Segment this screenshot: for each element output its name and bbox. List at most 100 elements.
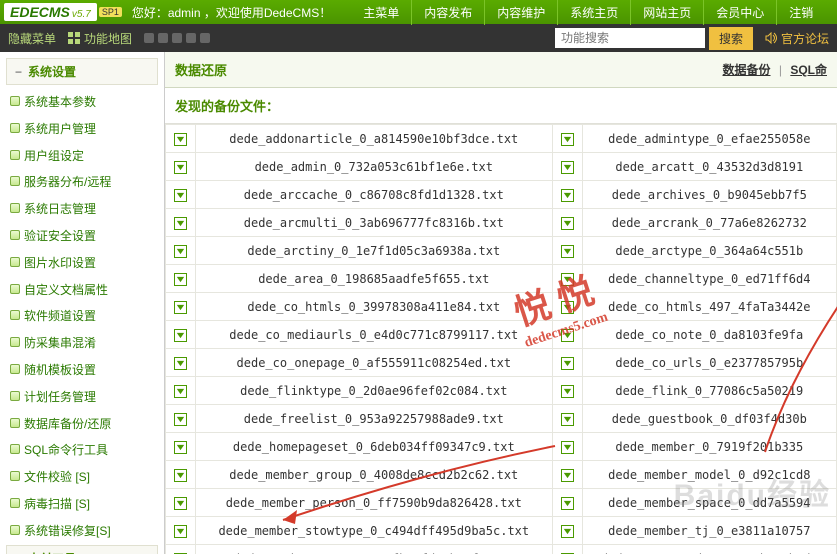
table-row: dede_member_person_0_ff7590b9da826428.tx… [166,489,837,517]
sidebar-item[interactable]: 防采集串混淆 [6,330,158,357]
file-name: dede_arctype_0_364a64c551b [582,237,836,265]
file-checkbox[interactable] [174,189,187,202]
page-title: 数据还原 [175,60,227,79]
file-checkbox[interactable] [174,441,187,454]
file-name: dede_member_0_7919f201b335 [582,433,836,461]
file-name: dede_admin_0_732a053c61bf1e6e.txt [196,153,553,181]
sidebar-item[interactable]: 服务器分布/远程 [6,169,158,196]
file-checkbox[interactable] [174,525,187,538]
file-checkbox[interactable] [561,469,574,482]
file-name: dede_co_note_0_da8103fe9fa [582,321,836,349]
link-sql-cmd[interactable]: SQL命 [790,63,827,77]
sidebar-item[interactable]: 计划任务管理 [6,384,158,411]
table-row: dede_member_type_0_a56fb06fd84b1ef4.txtd… [166,545,837,554]
sidebar-item[interactable]: 软件频道设置 [6,303,158,330]
file-checkbox[interactable] [174,245,187,258]
file-name: dede_addonarticle_0_a814590e10bf3dce.txt [196,125,553,153]
file-name: dede_member_stowtype_0_c494dff495d9ba5c.… [196,517,553,545]
file-checkbox[interactable] [174,497,187,510]
file-name: dede_member_person_0_ff7590b9da826428.tx… [196,489,553,517]
file-name: dede_co_htmls_0_39978308a411e84.txt [196,293,553,321]
file-checkbox[interactable] [174,329,187,342]
file-checkbox[interactable] [174,385,187,398]
search-button[interactable]: 搜索 [709,27,753,50]
sidebar-item[interactable]: 图片水印设置 [6,250,158,277]
file-name: dede_channeltype_0_ed71ff6d4 [582,265,836,293]
sidebar-item[interactable]: 用户组设定 [6,143,158,170]
file-checkbox[interactable] [561,413,574,426]
menu-sitehome[interactable]: 网站主页 [630,0,703,25]
sidebar-item[interactable]: 系统基本参数 [6,89,158,116]
file-checkbox[interactable] [561,133,574,146]
table-row: dede_addonarticle_0_a814590e10bf3dce.txt… [166,125,837,153]
menu-maintain[interactable]: 内容维护 [484,0,557,25]
link-data-backup[interactable]: 数据备份 [723,63,771,77]
file-name: dede_arctiny_0_1e7f1d05c3a6938a.txt [196,237,553,265]
file-name: dede_homepageset_0_6deb034ff09347c9.txt [196,433,553,461]
hide-menu-link[interactable]: 隐藏菜单 [8,30,56,47]
sidebar-item[interactable]: 系统日志管理 [6,196,158,223]
sidebar-item[interactable]: 随机模板设置 [6,357,158,384]
file-checkbox[interactable] [174,357,187,370]
file-checkbox[interactable] [561,245,574,258]
file-name: dede_freelist_0_953a92257988ade9.txt [196,405,553,433]
search-input[interactable] [555,28,705,48]
file-name: dede_member_tj_0_e3811a10757 [582,517,836,545]
file-checkbox[interactable] [561,273,574,286]
sound-icon [765,32,777,44]
logo: EDECMSv5.7 [4,3,97,21]
sidebar-section-pay[interactable]: −支付工具 [6,545,158,554]
file-checkbox[interactable] [174,273,187,286]
file-checkbox[interactable] [561,189,574,202]
file-name: dede_guestbook_0_df03f4d30b [582,405,836,433]
file-checkbox[interactable] [174,133,187,146]
file-name: dede_co_urls_0_e237785795b [582,349,836,377]
welcome-text: 您好：admin ，欢迎使用DedeCMS！ [132,4,331,21]
table-row: dede_arccache_0_c86708c8fd1d1328.txtdede… [166,181,837,209]
sidebar-item[interactable]: 系统用户管理 [6,116,158,143]
forum-link[interactable]: 官方论坛 [765,30,829,47]
file-name: dede_flink_0_77086c5a50219 [582,377,836,405]
file-checkbox[interactable] [561,329,574,342]
backup-files-table: dede_addonarticle_0_a814590e10bf3dce.txt… [165,124,837,554]
file-checkbox[interactable] [174,301,187,314]
file-name: dede_member_group_0_4008de8ccd2b2c62.txt [196,461,553,489]
file-checkbox[interactable] [174,469,187,482]
sidebar-item[interactable]: 自定义文档属性 [6,277,158,304]
file-checkbox[interactable] [561,357,574,370]
page-header: 数据还原 数据备份 | SQL命 [165,52,837,88]
file-name: dede_co_onepage_0_af555911c08254ed.txt [196,349,553,377]
menu-publish[interactable]: 内容发布 [411,0,484,25]
table-row: dede_homepageset_0_6deb034ff09347c9.txt d… [166,433,837,461]
file-checkbox[interactable] [174,413,187,426]
file-checkbox[interactable] [561,301,574,314]
sidebar-item[interactable]: 验证安全设置 [6,223,158,250]
file-name: dede_member_type_0_a56fb06fd84b1ef4.txt [196,545,553,554]
file-checkbox[interactable] [561,497,574,510]
sidebar-item[interactable]: 病毒扫描 [S] [6,491,158,518]
file-checkbox[interactable] [174,161,187,174]
file-checkbox[interactable] [561,217,574,230]
file-checkbox[interactable] [561,385,574,398]
grid-icon [68,32,80,44]
sidebar-section-system[interactable]: −系统设置 [6,58,158,85]
menu-member[interactable]: 会员中心 [703,0,776,25]
menu-main[interactable]: 主菜单 [351,0,411,25]
sidebar-item[interactable]: 系统错误修复[S] [6,518,158,545]
menu-syshome[interactable]: 系统主页 [557,0,630,25]
table-row: dede_freelist_0_953a92257988ade9.txt dede… [166,405,837,433]
file-name: dede_arccache_0_c86708c8fd1d1328.txt [196,181,553,209]
table-row: dede_co_htmls_0_39978308a411e84.txtdede_… [166,293,837,321]
menu-logout[interactable]: 注销 [776,0,825,25]
page-actions: 数据备份 | SQL命 [723,61,828,78]
func-map-link[interactable]: 功能地图 [68,30,132,47]
file-checkbox[interactable] [561,441,574,454]
table-row: dede_area_0_198685aadfe5f655.txtdede_cha… [166,265,837,293]
file-checkbox[interactable] [174,217,187,230]
file-checkbox[interactable] [561,525,574,538]
sidebar-item[interactable]: SQL命令行工具 [6,437,158,464]
sidebar-item[interactable]: 文件校验 [S] [6,464,158,491]
file-checkbox[interactable] [561,161,574,174]
table-row: dede_arcmulti_0_3ab696777fc8316b.txtdede… [166,209,837,237]
sidebar-item[interactable]: 数据库备份/还原 [6,411,158,438]
